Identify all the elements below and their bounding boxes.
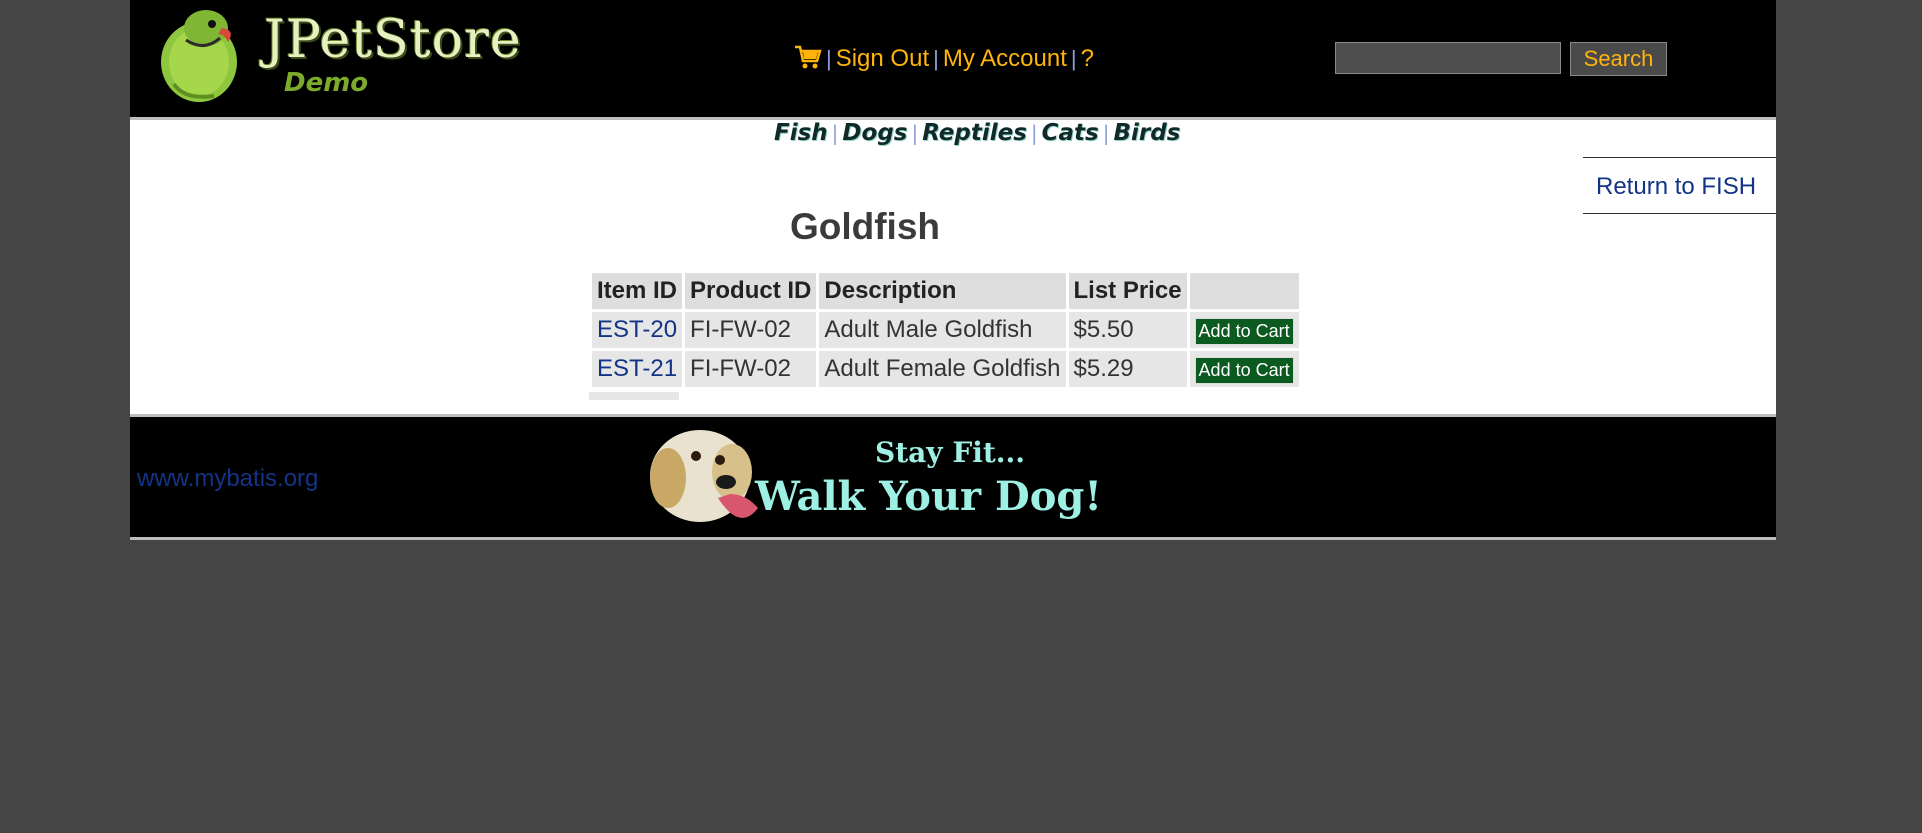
item-id-link[interactable]: EST-21 xyxy=(597,355,677,382)
sign-out-link[interactable]: Sign Out xyxy=(836,45,929,72)
price-cell: $5.29 xyxy=(1068,351,1187,387)
add-to-cart-button[interactable]: Add to Cart xyxy=(1194,317,1294,345)
category-quicklinks: Fish | Dogs | Reptiles | Cats | Birds xyxy=(774,120,1180,146)
description-cell: Adult Male Goldfish xyxy=(819,312,1066,348)
my-account-link[interactable]: My Account xyxy=(943,45,1067,72)
account-menu: | Sign Out | My Account |? xyxy=(794,44,1094,73)
parrot-logo-icon xyxy=(161,10,237,102)
header: JPetStore Demo | Sign Out | My Account |? Se… xyxy=(130,0,1776,120)
action-cell: Add to Cart xyxy=(1189,351,1299,387)
table-header-row: Item ID Product ID Description List Pric… xyxy=(592,273,1299,309)
quicklink-separator: | xyxy=(911,121,919,145)
product-id-cell: FI-FW-02 xyxy=(685,312,817,348)
search-input[interactable] xyxy=(1335,42,1561,74)
mybatis-link[interactable]: www.mybatis.org xyxy=(137,465,318,493)
price-cell: $5.50 xyxy=(1068,312,1187,348)
menu-separator: | xyxy=(826,46,832,71)
logo-subtitle: Demo xyxy=(284,68,369,98)
action-cell: Add to Cart xyxy=(1189,312,1299,348)
banner-line-1: Stay Fit... xyxy=(875,436,1025,469)
quicklink-separator: | xyxy=(1102,121,1110,145)
column-header: Product ID xyxy=(685,273,817,309)
quicklink-separator: | xyxy=(1030,121,1038,145)
table-row: EST-21 FI-FW-02 Adult Female Goldfish $5… xyxy=(592,351,1299,387)
quicklink-fish[interactable]: Fish xyxy=(774,120,828,146)
quicklink-separator: | xyxy=(831,121,839,145)
column-header: Item ID xyxy=(592,273,683,309)
column-header-empty xyxy=(1189,273,1299,309)
column-header: Description xyxy=(819,273,1066,309)
banner-line-2: Walk Your Dog! xyxy=(754,473,1100,520)
item-id-cell: EST-20 xyxy=(592,312,683,348)
help-link[interactable]: ? xyxy=(1081,45,1094,72)
menu-separator: | xyxy=(1070,46,1077,71)
page-title: Goldfish xyxy=(789,206,941,247)
menu-separator: | xyxy=(933,46,939,71)
walk-your-dog-banner: Stay Fit... Walk Your Dog! xyxy=(650,430,1100,522)
table-row: EST-20 FI-FW-02 Adult Male Goldfish $5.5… xyxy=(592,312,1299,348)
description-cell: Adult Female Goldfish xyxy=(819,351,1066,387)
quicklink-cats[interactable]: Cats xyxy=(1042,120,1099,146)
item-id-link[interactable]: EST-20 xyxy=(597,316,677,343)
back-link-box: Return to FISH xyxy=(1583,157,1776,214)
items-table: Item ID Product ID Description List Pric… xyxy=(589,270,1302,390)
table-footer-cell xyxy=(589,392,679,400)
return-to-category-link[interactable]: Return to FISH xyxy=(1596,173,1756,201)
item-id-cell: EST-21 xyxy=(592,351,683,387)
product-id-cell: FI-FW-02 xyxy=(685,351,817,387)
footer: www.mybatis.org Stay Fit... Walk Your Do… xyxy=(130,414,1776,540)
column-header: List Price xyxy=(1068,273,1187,309)
logo[interactable]: JPetStore Demo xyxy=(144,4,524,104)
page-container: JPetStore Demo | Sign Out | My Account |? Se… xyxy=(130,0,1776,540)
quicklink-dogs[interactable]: Dogs xyxy=(842,120,907,146)
search-button[interactable]: Search xyxy=(1570,42,1667,76)
quicklink-birds[interactable]: Birds xyxy=(1114,120,1181,146)
add-to-cart-button[interactable]: Add to Cart xyxy=(1194,356,1294,384)
logo-text: JPetStore xyxy=(264,10,522,70)
cart-icon[interactable] xyxy=(794,44,822,70)
quicklink-reptiles[interactable]: Reptiles xyxy=(922,120,1027,146)
